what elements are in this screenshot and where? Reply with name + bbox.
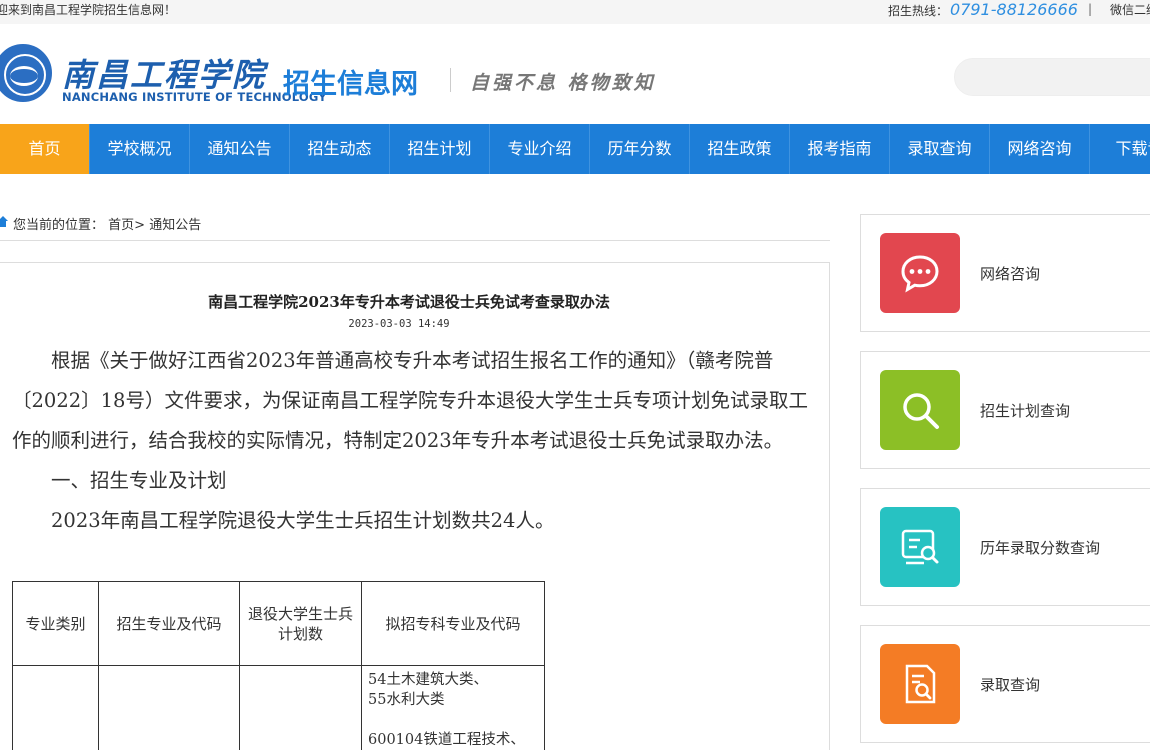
sidebar-card-label: 网络咨询 [980, 265, 1041, 283]
nav-item-majors[interactable]: 专业介绍 [490, 124, 590, 174]
topbar-separator: | [1088, 2, 1093, 16]
breadcrumb: 您当前的位置： 首页> 通知公告 [0, 213, 830, 241]
welcome-text: 迎来到南昌工程学院招生信息网！ [0, 3, 177, 17]
chat-icon [880, 233, 960, 313]
top-bar: 迎来到南昌工程学院招生信息网！ 招生热线： 0791-88126666 | 微信二… [0, 0, 1150, 24]
breadcrumb-home-link[interactable]: 首页 [108, 218, 134, 233]
sidebar-card-label: 招生计划查询 [980, 402, 1071, 420]
table-row: 54土木建筑大类、 55水利大类 600104铁道工程技术、 600110铁路桥… [12, 665, 545, 750]
sidebar-card-score-query[interactable]: 历年录取分数查询 [860, 488, 1150, 606]
article-date: 2023-03-03 14:49 [348, 318, 450, 330]
table-header-cell: 招生专业及代码 [98, 581, 240, 666]
article-paragraph: 2023年南昌工程学院退役大学生士兵招生计划数共24人。 [51, 509, 555, 532]
site-name[interactable]: 招生信息网 [283, 62, 418, 101]
nav-item-home[interactable]: 首页 [0, 124, 90, 174]
breadcrumb-current[interactable]: 通知公告 [149, 218, 201, 233]
admission-plan-table: 专业类别 招生专业及代码 退役大学生士兵计划数 拟招专科专业及代码 54土木建筑… [12, 581, 545, 750]
table-cell [239, 665, 362, 750]
table-header-row: 专业类别 招生专业及代码 退役大学生士兵计划数 拟招专科专业及代码 [12, 581, 545, 666]
table-cell [98, 665, 240, 750]
hotline-number: 0791-88126666 [950, 0, 1078, 19]
nav-item-school-overview[interactable]: 学校概况 [90, 124, 190, 174]
nav-item-admission-query[interactable]: 录取查询 [890, 124, 990, 174]
sidebar-card-online-consult[interactable]: 网络咨询 [860, 214, 1150, 332]
table-cell [12, 665, 99, 750]
hotline: 招生热线： 0791-88126666 [888, 0, 1078, 19]
article-title: 南昌工程学院2023年专升本考试退役士兵免试考查录取办法 [208, 293, 610, 311]
school-motto: 自强不息 格物致知 [470, 72, 656, 94]
sidebar-card-admission-query[interactable]: 录取查询 [860, 625, 1150, 743]
nav-item-notices[interactable]: 通知公告 [190, 124, 290, 174]
sidebar-card-label: 录取查询 [980, 676, 1041, 694]
score-search-icon [880, 507, 960, 587]
school-emblem-logo[interactable] [0, 44, 52, 102]
article-paragraph: 根据《关于做好江西省2023年普通高校专升本考试招生报名工作的通知》（赣考院普〔… [12, 349, 808, 452]
article-section-heading: 一、招生专业及计划 [51, 469, 227, 492]
nav-item-downloads[interactable]: 下载专 [1090, 124, 1150, 174]
home-icon [0, 216, 8, 227]
nav-item-online-consult[interactable]: 网络咨询 [990, 124, 1090, 174]
article-body: 根据《关于做好江西省2023年普通高校专升本考试招生报名工作的通知》（赣考院普〔… [12, 341, 812, 541]
wechat-qr-link[interactable]: 微信二维 [1110, 1, 1150, 18]
table-cell-text: 54土木建筑大类、 55水利大类 600104铁道工程技术、 600110铁路桥… [368, 672, 525, 748]
sidebar-card-label: 历年录取分数查询 [980, 539, 1101, 557]
header-divider [450, 68, 451, 92]
document-search-icon [880, 644, 960, 724]
sidebar-card-plan-query[interactable]: 招生计划查询 [860, 351, 1150, 469]
table-header-cell: 退役大学生士兵计划数 [239, 581, 362, 666]
main-nav: 首页 学校概况 通知公告 招生动态 招生计划 专业介绍 历年分数 招生政策 报考… [0, 124, 1150, 174]
site-header: 南昌工程学院 NANCHANG INSTITUTE OF TECHNOLOGY … [0, 24, 1150, 124]
nav-item-past-scores[interactable]: 历年分数 [590, 124, 690, 174]
table-cell: 54土木建筑大类、 55水利大类 600104铁道工程技术、 600110铁路桥… [361, 665, 545, 750]
breadcrumb-prefix: 您当前的位置： [13, 218, 105, 233]
nav-item-policy[interactable]: 招生政策 [690, 124, 790, 174]
breadcrumb-separator: > [134, 218, 146, 233]
table-header-cell: 拟招专科专业及代码 [361, 581, 545, 666]
nav-item-admission-plan[interactable]: 招生计划 [390, 124, 490, 174]
search-input[interactable] [954, 58, 1150, 96]
table-header-cell: 专业类别 [12, 581, 99, 666]
search-icon [880, 370, 960, 450]
nav-item-guide[interactable]: 报考指南 [790, 124, 890, 174]
nav-item-admission-news[interactable]: 招生动态 [290, 124, 390, 174]
hotline-label: 招生热线： [888, 4, 949, 18]
article-panel: 南昌工程学院2023年专升本考试退役士兵免试考查录取办法 2023-03-03 … [0, 262, 830, 750]
